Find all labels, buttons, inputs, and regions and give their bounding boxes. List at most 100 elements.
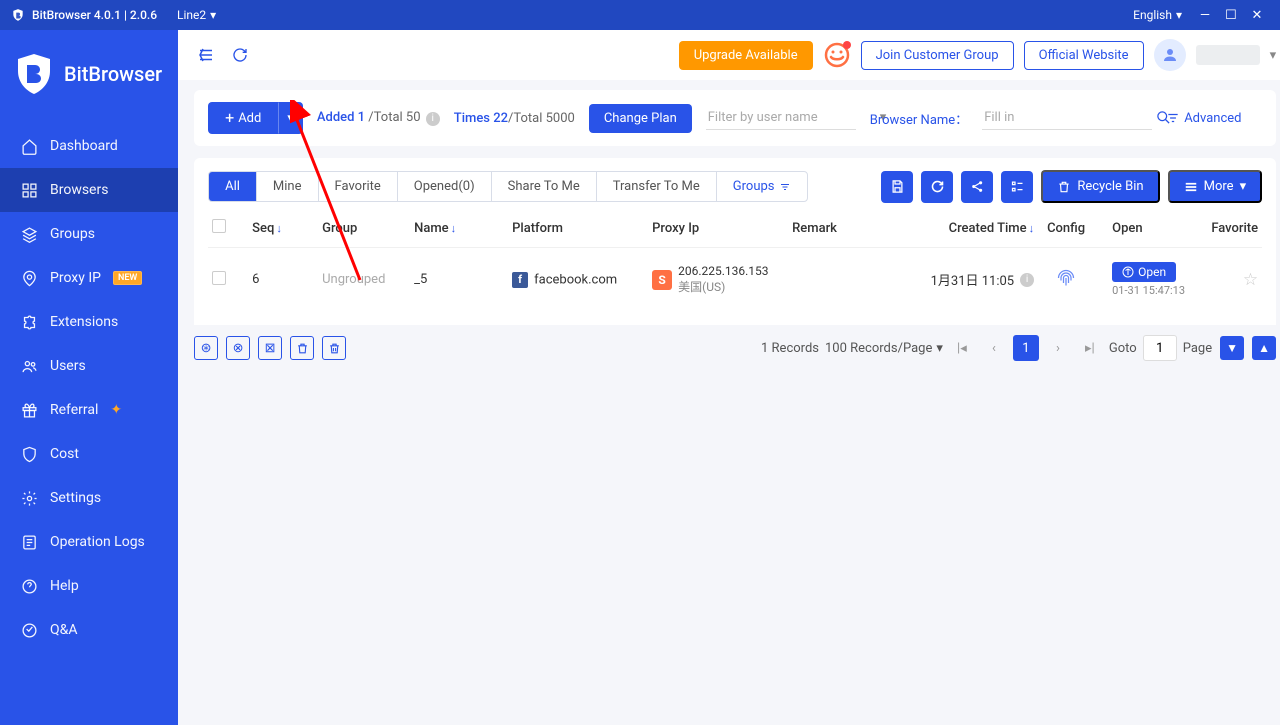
sidebar-item-cost[interactable]: Cost — [0, 432, 178, 476]
official-website-button[interactable]: Official Website — [1024, 41, 1144, 70]
add-button[interactable]: +Add — [208, 102, 278, 134]
maximize-button[interactable]: ☐ — [1218, 2, 1244, 28]
add-button-group: +Add ▾ — [208, 102, 303, 134]
bulk-action-3[interactable]: ⊠ — [258, 336, 282, 360]
sidebar-item-q&a[interactable]: Q&A — [0, 608, 178, 652]
cell-favorite[interactable]: ☆ — [1198, 270, 1258, 290]
page-1-button[interactable]: 1 — [1013, 335, 1039, 361]
sidebar-item-proxy-ip[interactable]: Proxy IPNEW — [0, 256, 178, 300]
sidebar: BitBrowser DashboardBrowsersGroupsProxy … — [0, 30, 178, 725]
line-selector[interactable]: Line2▾ — [177, 8, 216, 22]
support-icon[interactable] — [823, 41, 851, 69]
info-icon[interactable]: i — [1020, 273, 1034, 287]
share-icon-button[interactable] — [961, 171, 993, 203]
tab-groups[interactable]: Groups — [717, 172, 807, 201]
bulk-delete-2[interactable] — [322, 336, 346, 360]
tab-favorite[interactable]: Favorite — [319, 172, 398, 201]
sidebar-item-groups[interactable]: Groups — [0, 212, 178, 256]
tab-share-to-me[interactable]: Share To Me — [492, 172, 597, 201]
user-menu-caret[interactable]: ▾ — [1270, 48, 1277, 63]
upgrade-button[interactable]: Upgrade Available — [679, 41, 813, 70]
sidebar-item-extensions[interactable]: Extensions — [0, 300, 178, 344]
brand-shield-icon — [16, 54, 52, 94]
col-open[interactable]: Open — [1098, 221, 1198, 236]
col-created[interactable]: Created Time — [949, 221, 1027, 236]
sort-icon[interactable]: ↓ — [451, 222, 457, 235]
change-plan-button[interactable]: Change Plan — [589, 104, 692, 133]
sidebar-item-operation-logs[interactable]: Operation Logs — [0, 520, 178, 564]
times-stat: Times 22/Total 5000 — [454, 111, 575, 126]
topbar: Upgrade Available Join Customer Group Of… — [178, 30, 1280, 80]
layers-icon — [20, 225, 38, 243]
last-page-button[interactable]: ▸| — [1077, 335, 1103, 361]
gift-icon — [20, 401, 38, 419]
col-proxy[interactable]: Proxy Ip — [652, 221, 792, 236]
sidebar-item-label: Settings — [50, 490, 101, 506]
select-all-checkbox[interactable] — [212, 219, 226, 233]
home-icon — [20, 137, 38, 155]
language-selector[interactable]: English▾ — [1133, 8, 1182, 22]
close-button[interactable]: ✕ — [1244, 2, 1270, 28]
tab-transfer-to-me[interactable]: Transfer To Me — [597, 172, 717, 201]
sidebar-item-help[interactable]: Help — [0, 564, 178, 608]
row-checkbox[interactable] — [212, 271, 226, 285]
col-platform[interactable]: Platform — [512, 221, 652, 236]
open-button[interactable]: Open — [1112, 262, 1176, 282]
puzzle-icon — [20, 313, 38, 331]
col-config[interactable]: Config — [1034, 221, 1098, 236]
save-icon-button[interactable] — [881, 171, 913, 203]
info-icon[interactable]: i — [426, 112, 440, 126]
sidebar-item-users[interactable]: Users — [0, 344, 178, 388]
list-icon-button[interactable] — [1001, 171, 1033, 203]
join-group-button[interactable]: Join Customer Group — [861, 41, 1014, 70]
next-page-button[interactable]: › — [1045, 335, 1071, 361]
minimize-button[interactable]: — — [1192, 2, 1218, 28]
more-button[interactable]: More▾ — [1168, 170, 1262, 203]
col-name[interactable]: Name — [414, 221, 449, 236]
prev-page-button[interactable]: ‹ — [981, 335, 1007, 361]
tabs: AllMineFavoriteOpened(0)Share To MeTrans… — [208, 171, 807, 202]
browser-name-input[interactable] — [984, 110, 1150, 125]
pin-icon — [20, 269, 38, 287]
bulk-action-2[interactable]: ⊗ — [226, 336, 250, 360]
add-dropdown-button[interactable]: ▾ — [278, 102, 303, 134]
sidebar-item-dashboard[interactable]: Dashboard — [0, 124, 178, 168]
per-page-select[interactable]: 100 Records/Page▾ — [825, 341, 943, 356]
goto-input[interactable] — [1143, 335, 1177, 361]
cell-config[interactable] — [1034, 267, 1098, 292]
recycle-bin-button[interactable]: Recycle Bin — [1041, 170, 1159, 203]
help-icon — [20, 577, 38, 595]
sort-icon[interactable]: ↓ — [276, 222, 282, 235]
filter-user-wrap: ▾ — [706, 106, 856, 130]
sidebar-item-label: Referral — [50, 402, 98, 418]
cell-open: Open01-31 15:47:13 — [1098, 262, 1198, 297]
sort-down-chip[interactable]: ▼ — [1220, 336, 1244, 360]
sort-up-chip[interactable]: ▲ — [1252, 336, 1276, 360]
sidebar-item-label: Users — [50, 358, 86, 374]
tab-opened-[interactable]: Opened(0) — [398, 172, 492, 201]
tab-all[interactable]: All — [209, 172, 257, 201]
bulk-delete[interactable] — [290, 336, 314, 360]
sidebar-item-label: Cost — [50, 446, 79, 462]
sidebar-item-browsers[interactable]: Browsers — [0, 168, 178, 212]
col-remark[interactable]: Remark — [792, 221, 922, 236]
tab-mine[interactable]: Mine — [257, 172, 319, 201]
avatar[interactable] — [1154, 39, 1186, 71]
col-favorite[interactable]: Favorite — [1198, 221, 1258, 236]
sidebar-item-referral[interactable]: Referral✦ — [0, 388, 178, 432]
tabs-row: AllMineFavoriteOpened(0)Share To MeTrans… — [194, 158, 1276, 203]
collapse-sidebar-icon[interactable] — [194, 43, 218, 67]
col-seq[interactable]: Seq — [252, 221, 274, 236]
col-group[interactable]: Group — [322, 221, 414, 236]
reload-icon-button[interactable] — [921, 171, 953, 203]
sidebar-item-settings[interactable]: Settings — [0, 476, 178, 520]
star-icon[interactable]: ☆ — [1243, 270, 1258, 290]
refresh-icon[interactable] — [228, 43, 252, 67]
filter-user-input[interactable] — [708, 110, 874, 125]
fingerprint-icon[interactable] — [1055, 267, 1077, 289]
first-page-button[interactable]: |◂ — [949, 335, 975, 361]
advanced-link[interactable]: Advanced — [1166, 111, 1241, 126]
users-icon — [20, 357, 38, 375]
bulk-action-1[interactable]: ⊛ — [194, 336, 218, 360]
log-icon — [20, 533, 38, 551]
